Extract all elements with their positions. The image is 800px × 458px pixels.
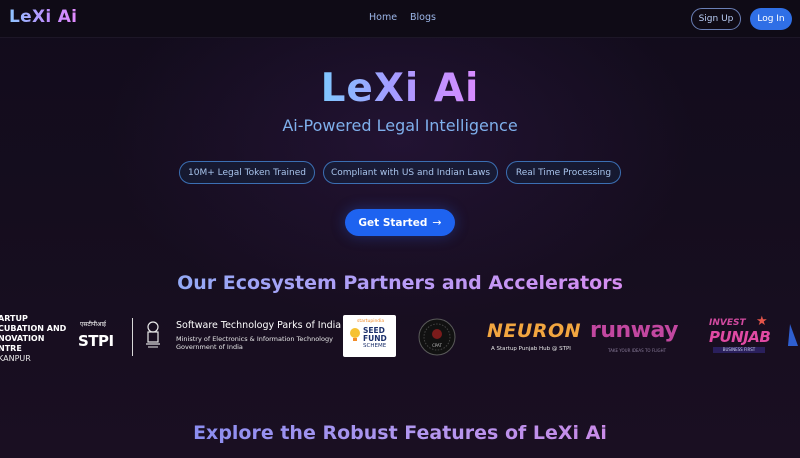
- partners-heading-text: Our Ecosystem Partners and Accelerators: [177, 272, 623, 294]
- get-started-label: Get Started: [358, 216, 428, 229]
- partner-logo-neuron: NEURON: [487, 320, 581, 342]
- partner-logo-partial: [788, 324, 798, 346]
- neuron-tagline: A Startup Punjab Hub @ STPI: [491, 346, 571, 352]
- partner-logo-stpi: एसटीपीआई STPI Software Technology Parks …: [76, 318, 341, 358]
- logo-city: KANPUR: [0, 354, 31, 363]
- stpi-hindi-text: एसटीपीआई: [80, 321, 106, 328]
- brand-logo[interactable]: LeXi Ai: [9, 7, 77, 27]
- feature-pill-realtime: Real Time Processing: [506, 161, 621, 184]
- lightbulb-icon: [350, 328, 360, 341]
- nav-link-home[interactable]: Home: [369, 12, 397, 23]
- partner-logo-seal: CPAT: [418, 318, 456, 356]
- logo-text-line: NTRE: [0, 344, 22, 353]
- pill-label: Real Time Processing: [515, 167, 612, 178]
- top-navbar: LeXi Ai Home Blogs Sign Up Log In: [0, 0, 800, 38]
- hero-subtitle: Ai-Powered Legal Intelligence: [282, 116, 518, 135]
- feature-pill-compliance: Compliant with US and Indian Laws: [323, 161, 498, 184]
- landing-page: LeXi Ai Home Blogs Sign Up Log In LeXi A…: [0, 0, 800, 458]
- invest-punjab-subtitle: BUSINESS FIRST: [713, 347, 765, 353]
- runway-tagline: TAKE YOUR IDEAS TO FLIGHT: [608, 348, 667, 353]
- sign-up-button[interactable]: Sign Up: [691, 8, 741, 30]
- logo-text-line: ARTUP: [0, 314, 28, 323]
- scheme-line: SCHEME: [363, 343, 387, 349]
- seed-top-text: startupindia: [357, 319, 385, 324]
- stpi-ministry: Ministry of Electronics & Information Te…: [176, 335, 333, 351]
- hero-title: LeXi Ai: [0, 66, 800, 111]
- partner-logo-seed-fund: startupindia SEED FUND SCHEME: [343, 315, 396, 357]
- get-started-button[interactable]: Get Started →: [345, 209, 455, 236]
- partner-logo-startup-incubation-centre: ARTUP CUBATION AND NOVATION NTRE KANPUR: [0, 314, 66, 364]
- log-in-button[interactable]: Log In: [750, 8, 792, 30]
- star-icon: ★: [756, 314, 768, 329]
- seal-text: CPAT: [432, 343, 442, 348]
- stpi-full-name: Software Technology Parks of India: [176, 320, 342, 331]
- pill-label: 10M+ Legal Token Trained: [188, 167, 306, 178]
- feature-pill-tokens: 10M+ Legal Token Trained: [179, 161, 315, 184]
- fund-line: FUND: [363, 334, 387, 343]
- pill-label: Compliant with US and Indian Laws: [330, 167, 491, 178]
- partner-logo-runway: runway: [590, 318, 679, 343]
- national-emblem-icon: [146, 321, 160, 348]
- partner-logo-carousel: ARTUP CUBATION AND NOVATION NTRE KANPUR …: [0, 306, 800, 372]
- arrow-right-icon: →: [432, 216, 442, 229]
- invest-wordmark: INVEST: [709, 318, 746, 328]
- logo-text-line: NOVATION: [0, 334, 45, 343]
- hero-title-text: LeXi Ai: [320, 66, 480, 111]
- nav-link-blogs[interactable]: Blogs: [410, 12, 436, 23]
- features-heading-text: Explore the Robust Features of LeXi Ai: [193, 422, 607, 444]
- logo-text-line: CUBATION AND: [0, 324, 67, 333]
- partner-logo-invest-punjab: PUNJAB: [709, 328, 771, 346]
- features-heading: Explore the Robust Features of LeXi Ai: [0, 422, 800, 444]
- seed-fund-wordmark: SEED FUND: [363, 327, 387, 343]
- government-line: Government of India: [176, 343, 243, 351]
- logo-divider: [132, 318, 133, 356]
- stpi-wordmark: STPI: [78, 332, 114, 350]
- partners-heading: Our Ecosystem Partners and Accelerators: [0, 272, 800, 294]
- ministry-line: Ministry of Electronics & Information Te…: [176, 335, 333, 343]
